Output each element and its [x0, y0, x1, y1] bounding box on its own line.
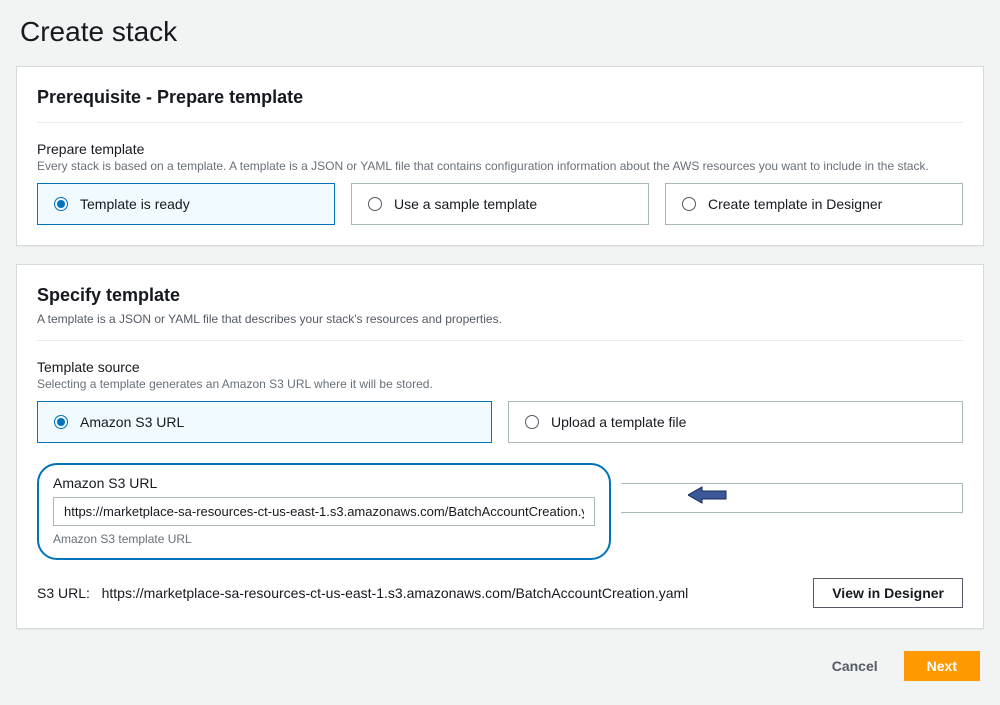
option-s3-url[interactable]: Amazon S3 URL: [37, 401, 492, 443]
radio-icon: [54, 415, 68, 429]
cancel-button[interactable]: Cancel: [818, 652, 892, 680]
s3-url-input[interactable]: [53, 497, 595, 526]
specify-title: Specify template: [37, 285, 963, 306]
footer-actions: Cancel Next: [16, 647, 984, 689]
option-template-ready[interactable]: Template is ready: [37, 183, 335, 225]
s3-url-help: Amazon S3 template URL: [53, 532, 595, 546]
radio-icon: [368, 197, 382, 211]
option-create-in-designer[interactable]: Create template in Designer: [665, 183, 963, 225]
option-label: Upload a template file: [551, 414, 686, 430]
s3-url-highlight: Amazon S3 URL Amazon S3 template URL: [37, 463, 611, 560]
radio-icon: [682, 197, 696, 211]
option-label: Create template in Designer: [708, 196, 882, 212]
page-title: Create stack: [16, 16, 984, 48]
divider: [37, 340, 963, 341]
s3-url-value: https://marketplace-sa-resources-ct-us-e…: [102, 585, 689, 601]
option-label: Use a sample template: [394, 196, 537, 212]
s3-url-display: S3 URL: https://marketplace-sa-resources…: [37, 585, 688, 601]
specify-template-panel: Specify template A template is a JSON or…: [16, 264, 984, 629]
next-button[interactable]: Next: [904, 651, 980, 681]
option-label: Template is ready: [80, 196, 190, 212]
divider: [37, 122, 963, 123]
prepare-template-options: Template is ready Use a sample template …: [37, 183, 963, 225]
template-source-label: Template source: [37, 359, 963, 375]
radio-icon: [54, 197, 68, 211]
radio-icon: [525, 415, 539, 429]
option-upload-file[interactable]: Upload a template file: [508, 401, 963, 443]
arrow-annotation-icon: [688, 485, 728, 505]
prepare-template-help: Every stack is based on a template. A te…: [37, 159, 963, 173]
view-in-designer-button[interactable]: View in Designer: [813, 578, 963, 608]
s3-url-label: Amazon S3 URL: [53, 475, 595, 491]
prerequisite-title: Prerequisite - Prepare template: [37, 87, 963, 108]
option-label: Amazon S3 URL: [80, 414, 184, 430]
template-source-options: Amazon S3 URL Upload a template file: [37, 401, 963, 443]
specify-desc: A template is a JSON or YAML file that d…: [37, 312, 963, 326]
prerequisite-panel: Prerequisite - Prepare template Prepare …: [16, 66, 984, 246]
s3-url-display-row: S3 URL: https://marketplace-sa-resources…: [37, 578, 963, 608]
prepare-template-label: Prepare template: [37, 141, 963, 157]
s3-url-prefix: S3 URL:: [37, 585, 90, 601]
option-use-sample[interactable]: Use a sample template: [351, 183, 649, 225]
template-source-help: Selecting a template generates an Amazon…: [37, 377, 963, 391]
